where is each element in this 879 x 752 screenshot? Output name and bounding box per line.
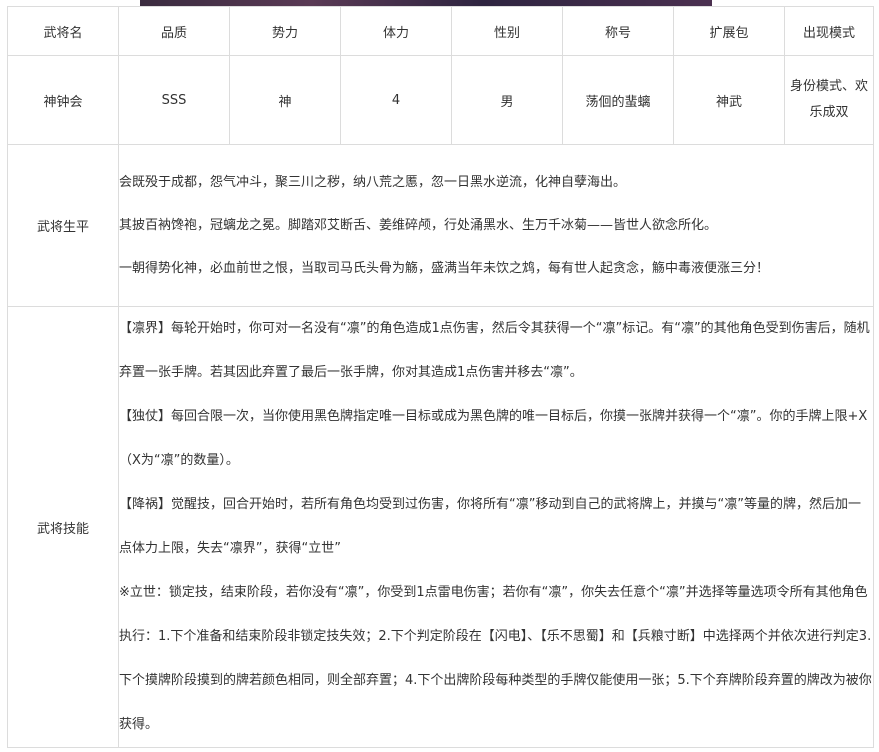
skill-paragraph: 【独仗】每回合限一次，当你使用黑色牌指定唯一目标或成为黑色牌的唯一目标后，你摸一… [119,409,868,468]
biography-content: 会既殁于成都，怨气冲斗，聚三川之秽，纳八荒之慝，忽一日黑水逆流，化神自孽海出。 … [118,144,874,307]
general-faction: 神 [229,55,341,145]
header-faction: 势力 [229,6,341,56]
header-modes: 出现模式 [784,6,874,56]
header-row: 武将名 品质 势力 体力 性别 称号 扩展包 出现模式 [7,6,874,56]
general-modes: 身份模式、欢乐成双 [784,55,874,145]
biography-paragraph: 会既殁于成都，怨气冲斗，聚三川之秽，纳八荒之慝，忽一日黑水逆流，化神自孽海出。 [119,175,627,190]
general-title: 荡佪的蜚螭 [562,55,674,145]
general-gender: 男 [451,55,563,145]
general-hp: 4 [340,55,452,145]
general-pack: 神武 [673,55,785,145]
skill-paragraph: 【凛界】每轮开始时，你可对一名没有“凛”的角色造成1点伤害，然后令其获得一个“凛… [119,321,870,380]
header-gender: 性别 [451,6,563,56]
general-info-table: 武将名 品质 势力 体力 性别 称号 扩展包 出现模式 神钟会 SSS 神 4 … [7,6,874,748]
biography-paragraph: 其披百衲馋袍，冠螭龙之冕。脚踏邓艾断舌、姜维碎颅，行处涌黑水、生万千冰菊——皆世… [119,218,718,233]
header-pack: 扩展包 [673,6,785,56]
general-name: 神钟会 [7,55,119,145]
skill-paragraph: 【降祸】觉醒技，回合开始时，若所有角色均受到过伤害，你将所有“凛”移动到自己的武… [119,497,861,556]
skills-row: 武将技能 【凛界】每轮开始时，你可对一名没有“凛”的角色造成1点伤害，然后令其获… [7,306,874,748]
header-quality: 品质 [118,6,230,56]
biography-label: 武将生平 [7,144,119,307]
biography-paragraph: 一朝得势化神，必血前世之恨，当取司马氏头骨为觞，盛满当年未饮之鸩，每有世人起贪念… [119,261,770,276]
biography-row: 武将生平 会既殁于成都，怨气冲斗，聚三川之秽，纳八荒之慝，忽一日黑水逆流，化神自… [7,144,874,307]
skills-label: 武将技能 [7,306,119,748]
header-name: 武将名 [7,6,119,56]
header-title: 称号 [562,6,674,56]
skill-paragraph: ※立世：锁定技，结束阶段，若你没有“凛”，你受到1点雷电伤害；若你有“凛”，你失… [119,585,872,732]
general-quality: SSS [118,55,230,145]
skills-content: 【凛界】每轮开始时，你可对一名没有“凛”的角色造成1点伤害，然后令其获得一个“凛… [118,306,874,748]
general-row: 神钟会 SSS 神 4 男 荡佪的蜚螭 神武 身份模式、欢乐成双 [7,55,874,145]
header-hp: 体力 [340,6,452,56]
